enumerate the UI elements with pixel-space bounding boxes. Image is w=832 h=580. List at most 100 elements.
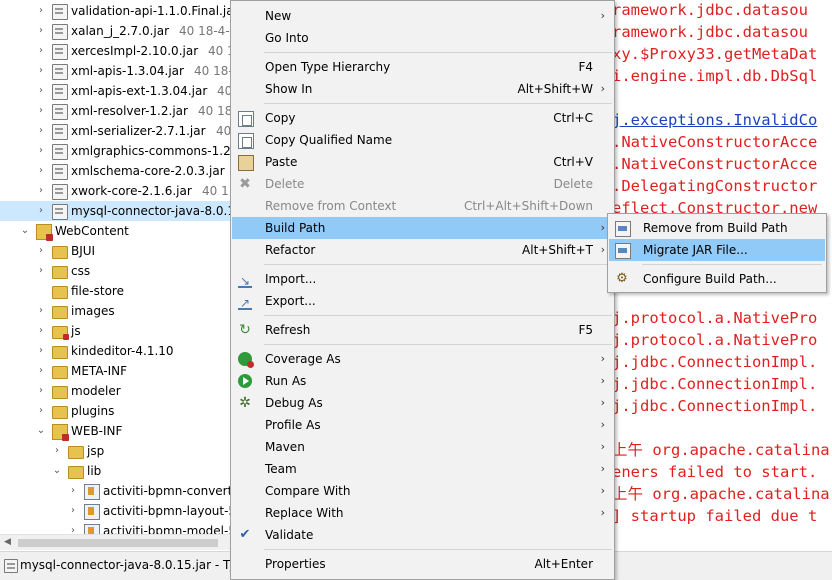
expand-right-icon[interactable]: › [36, 161, 46, 181]
expand-down-icon[interactable]: ⌄ [36, 421, 46, 441]
tree-item[interactable]: › validation-api-1.1.0.Final.jar [0, 1, 232, 21]
expand-right-icon[interactable]: › [36, 1, 46, 21]
tree-item[interactable]: › js [0, 321, 232, 341]
menu-item-refactor[interactable]: Refactor Alt+Shift+T › [232, 239, 613, 261]
tree-item[interactable]: ›xmlschema-core-2.0.3.jar4 [0, 161, 232, 181]
tree-item-label: xmlschema-core-2.0.3.jar [71, 164, 225, 178]
submenu-item-configure-build-path[interactable]: ⚙ Configure Build Path... [609, 268, 825, 290]
expand-right-icon[interactable]: › [36, 21, 46, 41]
menu-item-label: Properties [265, 557, 326, 571]
tree-item[interactable]: › plugins [0, 401, 232, 421]
menu-item-copy[interactable]: Copy Ctrl+C [232, 107, 613, 129]
menu-item-label: Migrate JAR File... [643, 243, 748, 257]
folder-icon [68, 446, 84, 459]
menu-item-replace-with[interactable]: Replace With › [232, 502, 613, 524]
submenu-item-migrate-jar[interactable]: Migrate JAR File... [609, 239, 825, 261]
menu-item-refresh[interactable]: ↻ Refresh F5 [232, 319, 613, 341]
tree-item[interactable]: › images [0, 301, 232, 321]
tree-item[interactable]: › modeler [0, 381, 232, 401]
tree-item[interactable]: ›xml-serializer-2.7.1.jar40 1 [0, 121, 232, 141]
horizontal-scrollbar[interactable]: ◀ [0, 534, 232, 550]
tree-item[interactable]: › xml-resolver-1.2.jar 40 18 [0, 101, 232, 121]
menu-item-validate[interactable]: ✔ Validate [232, 524, 613, 546]
menu-item-label: Configure Build Path... [643, 272, 777, 286]
console-link[interactable]: j.exceptions.InvalidCo [612, 109, 817, 131]
menu-item-label: Team [265, 462, 297, 476]
tree-item[interactable]: › META-INF [0, 361, 232, 381]
tree-item[interactable]: ›xml-apis-ext-1.3.04.jar40 1 [0, 81, 232, 101]
menu-item-import[interactable]: Import... [232, 268, 613, 292]
menu-item-debug-as[interactable]: ✲ Debug As › [232, 392, 613, 414]
menu-item-show-in[interactable]: Show In Alt+Shift+W › [232, 78, 613, 100]
tree-item[interactable]: › xercesImpl-2.10.0.jar 40 18 [0, 41, 232, 61]
expand-down-icon[interactable]: ⌄ [20, 221, 30, 241]
expand-right-icon[interactable]: › [36, 261, 46, 281]
tree-item[interactable]: ⌄ lib [0, 461, 232, 481]
expand-right-icon[interactable]: › [36, 181, 46, 201]
tree-item[interactable]: ⌄ WebContent [0, 221, 232, 241]
menu-item-label: Maven [265, 440, 305, 454]
console-line: .NativeConstructorAcce [612, 133, 818, 151]
tree-item-label: modeler [71, 384, 121, 398]
tree-item[interactable]: › xwork-core-2.1.6.jar 40 1 [0, 181, 232, 201]
expand-right-icon[interactable]: › [52, 441, 62, 461]
tree-item[interactable]: › xml-apis-1.3.04.jar 40 18- [0, 61, 232, 81]
expand-right-icon[interactable]: › [36, 41, 46, 61]
expand-right-icon[interactable]: › [36, 341, 46, 361]
tree-item[interactable]: file-store [0, 281, 232, 301]
menu-item-team[interactable]: Team › [232, 458, 613, 480]
menu-item-new[interactable]: New › [232, 5, 613, 27]
expand-right-icon[interactable]: › [36, 361, 46, 381]
menu-item-copy-qualified-name[interactable]: Copy Qualified Name [232, 129, 613, 151]
tree-item-decoration: 40 18-4-9 [179, 24, 232, 38]
submenu-item-remove-from-build-path[interactable]: Remove from Build Path [609, 217, 825, 239]
menu-item-properties[interactable]: Properties Alt+Enter [232, 553, 613, 575]
expand-right-icon[interactable]: › [36, 101, 46, 121]
tree-item[interactable]: › jsp [0, 441, 232, 461]
scroll-left-icon[interactable]: ◀ [4, 537, 11, 547]
menu-item-label: Import... [265, 272, 317, 286]
tree-item[interactable]: ⌄ WEB-INF [0, 421, 232, 441]
expand-right-icon[interactable]: › [36, 141, 46, 161]
expand-right-icon[interactable]: › [36, 201, 46, 221]
expand-right-icon[interactable]: › [36, 401, 46, 421]
menu-item-compare-with[interactable]: Compare With › [232, 480, 613, 502]
menu-item-remove-from-context[interactable]: Remove from Context Ctrl+Alt+Shift+Down [232, 195, 613, 217]
menu-item-open-type-hierarchy[interactable]: Open Type Hierarchy F4 [232, 56, 613, 78]
tree-item[interactable]: › activiti-bpmn-converte [0, 481, 232, 501]
tree-item[interactable]: › kindeditor-4.1.10 [0, 341, 232, 361]
menu-item-paste[interactable]: Paste Ctrl+V [232, 151, 613, 173]
expand-right-icon[interactable]: › [36, 241, 46, 261]
tree-item[interactable]: › xmlgraphics-commons-1.2. [0, 141, 232, 161]
debug-bug-icon: ✲ [239, 395, 251, 411]
tree-item[interactable]: › xalan_j_2.7.0.jar 40 18-4-9 [0, 21, 232, 41]
menu-item-coverage-as[interactable]: Coverage As › [232, 348, 613, 370]
expand-down-icon[interactable]: ⌄ [52, 461, 62, 481]
menu-item-export[interactable]: Export... [232, 290, 613, 314]
jar-icon [52, 204, 68, 220]
expand-right-icon[interactable]: › [68, 481, 78, 501]
menu-item-maven[interactable]: Maven › [232, 436, 613, 458]
folder-icon [52, 406, 68, 419]
tree-item[interactable]: › css [0, 261, 232, 281]
expand-right-icon[interactable]: › [36, 321, 46, 341]
expand-right-icon[interactable]: › [68, 501, 78, 521]
console-line: i.engine.impl.db.DbSql [612, 67, 818, 85]
expand-right-icon[interactable]: › [36, 301, 46, 321]
menu-item-delete[interactable]: ✖ Delete Delete [232, 173, 613, 195]
menu-item-run-as[interactable]: Run As › [232, 370, 613, 392]
menu-item-build-path[interactable]: Build Path › [232, 217, 613, 239]
menu-item-go-into[interactable]: Go Into [232, 27, 613, 49]
tree-item[interactable]: › mysql-connector-java-8.0.1 [0, 201, 232, 221]
menu-item-profile-as[interactable]: Profile As › [232, 414, 613, 436]
tree-item[interactable]: › BJUI [0, 241, 232, 261]
expand-right-icon[interactable]: › [36, 61, 46, 81]
tree-item[interactable]: › activiti-bpmn-layout-5 [0, 501, 232, 521]
console-line: xy.$Proxy33.getMetaDat [612, 45, 818, 63]
expand-right-icon[interactable]: › [36, 121, 46, 141]
jar-icon [52, 164, 68, 180]
expand-right-icon[interactable]: › [36, 381, 46, 401]
menu-separator [264, 103, 612, 104]
scrollbar-thumb[interactable] [18, 539, 218, 547]
expand-right-icon[interactable]: › [36, 81, 46, 101]
